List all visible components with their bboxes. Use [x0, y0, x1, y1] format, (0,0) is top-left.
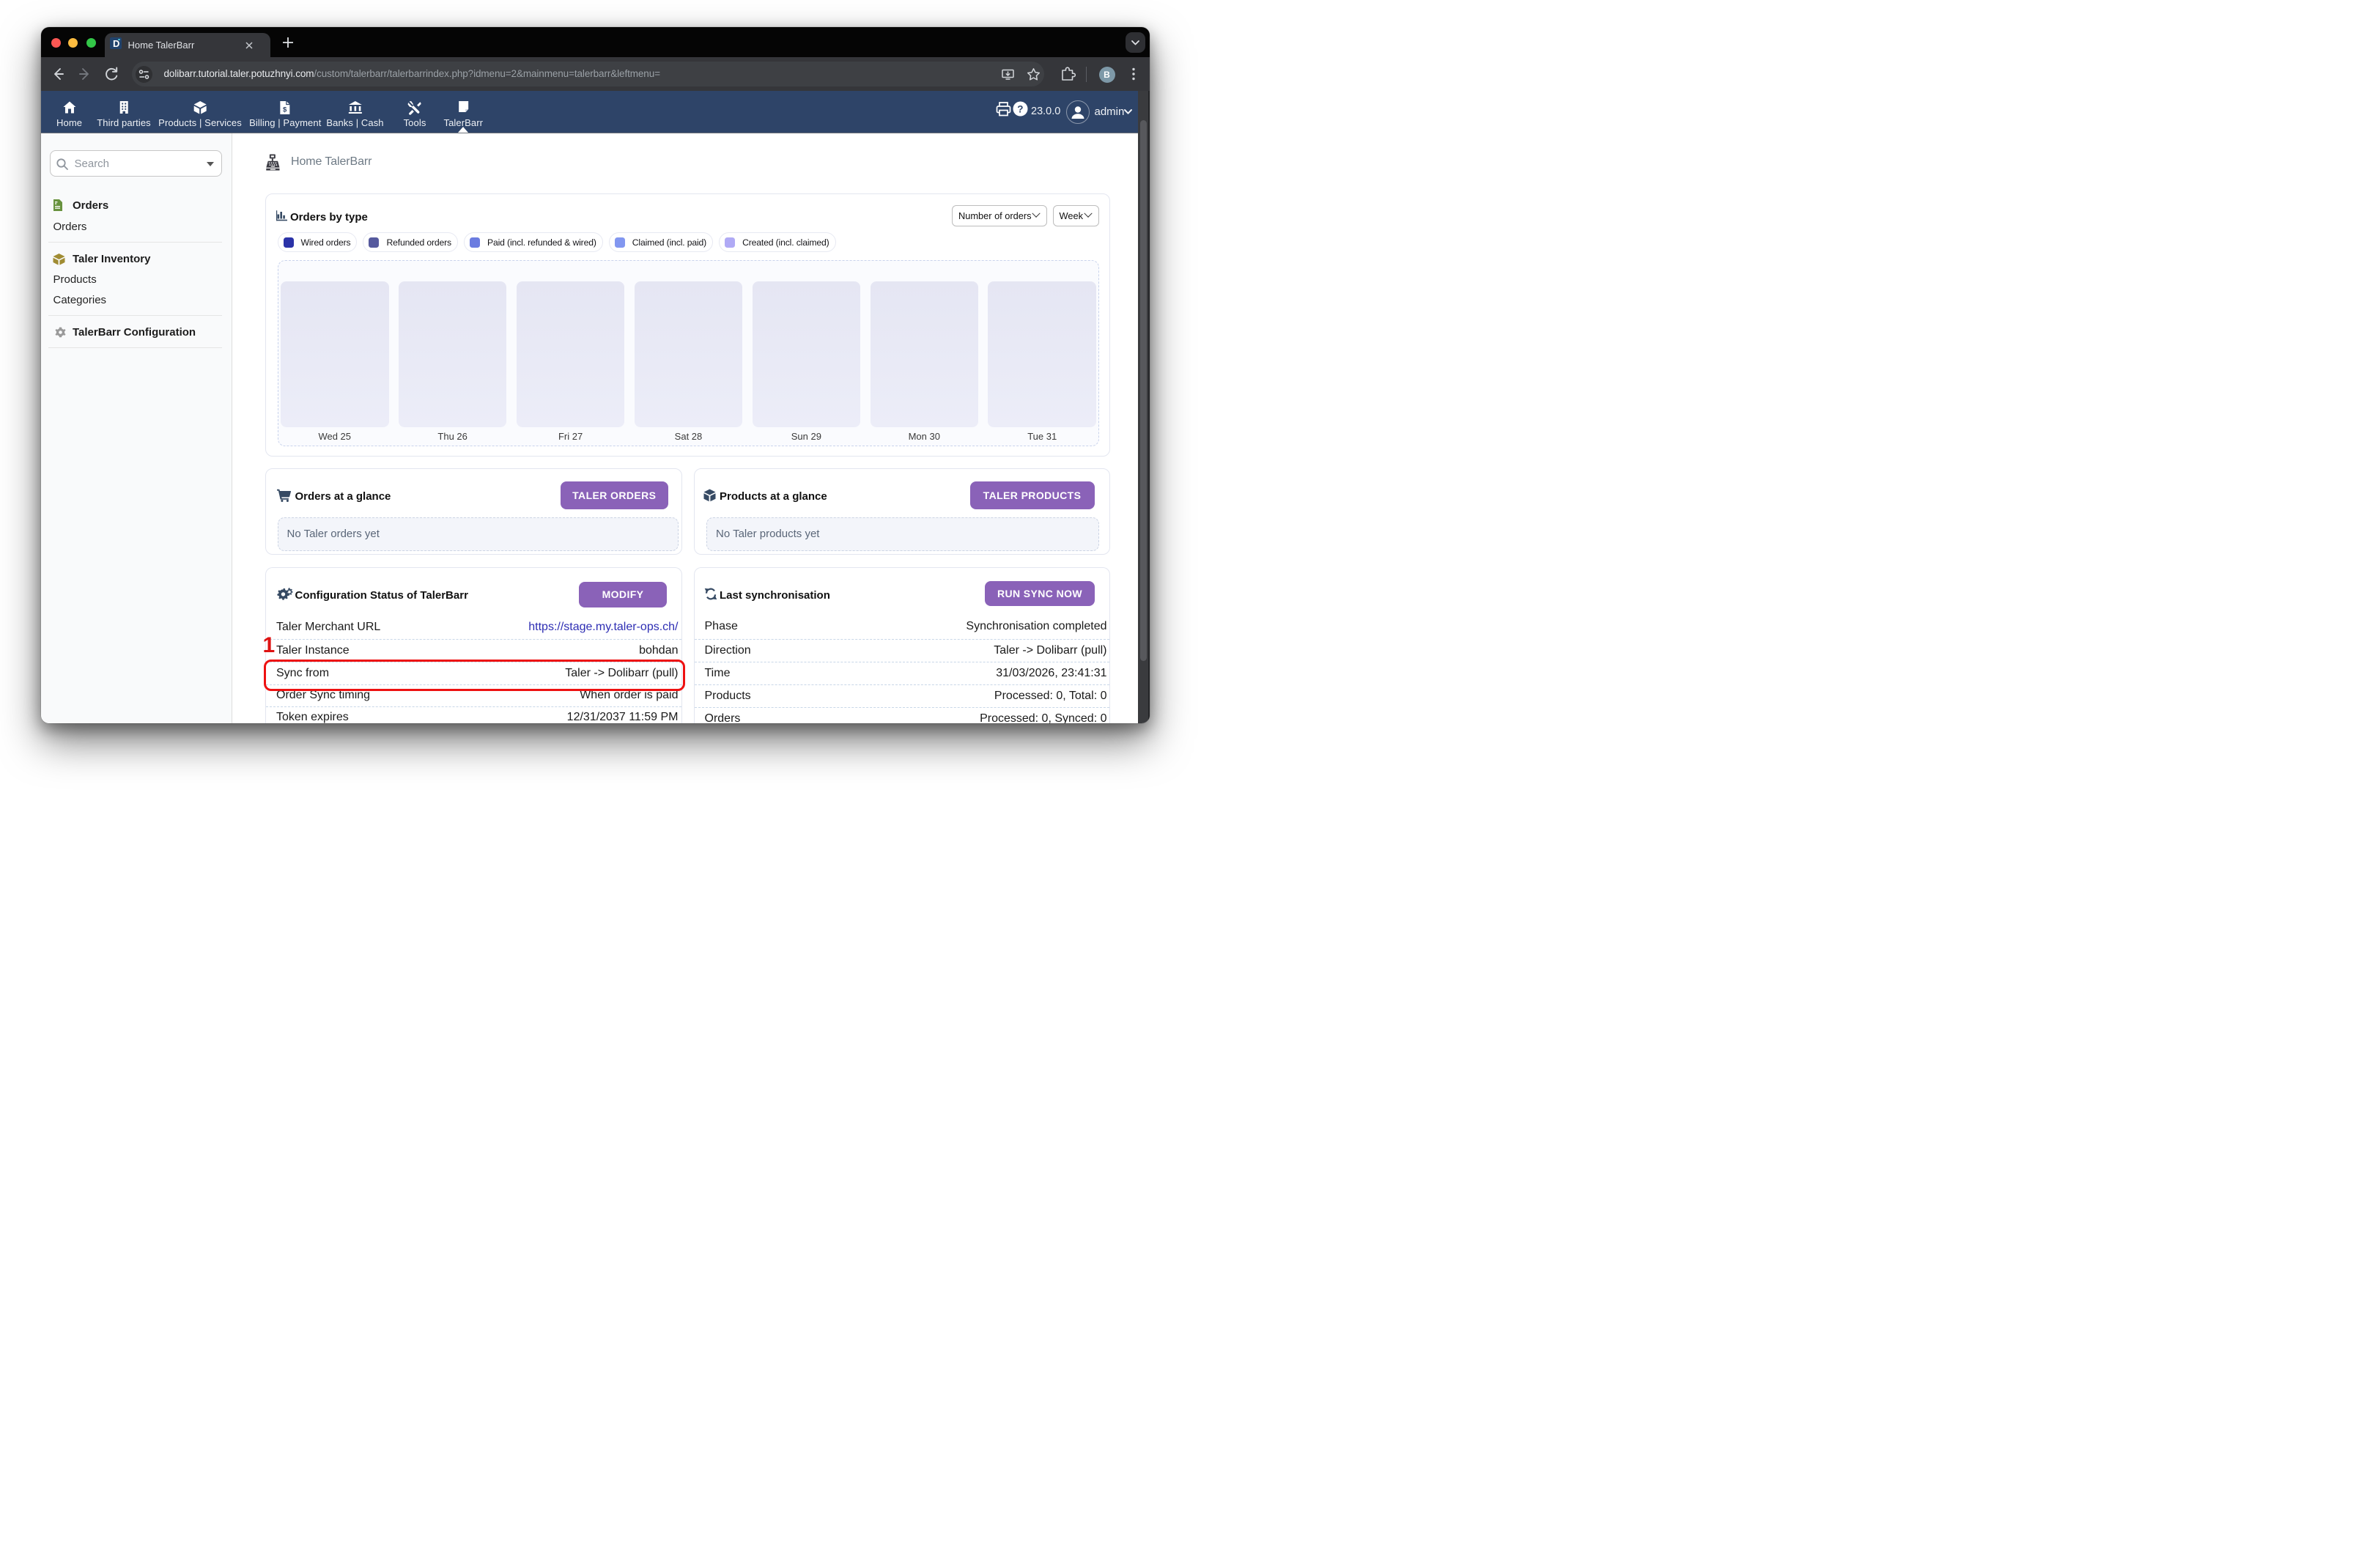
svg-text:$: $ — [283, 106, 287, 114]
svg-text:?: ? — [1017, 103, 1023, 114]
